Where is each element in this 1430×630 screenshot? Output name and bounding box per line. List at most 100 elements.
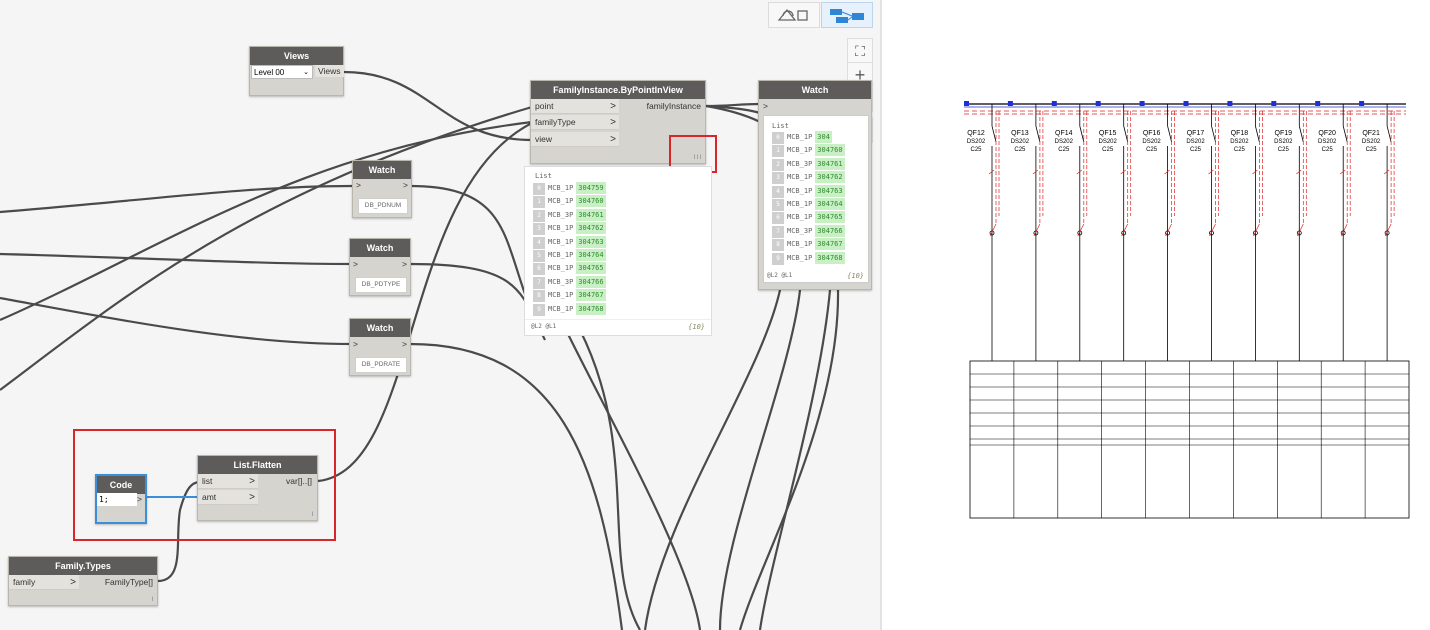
item-id: 304760 — [815, 144, 845, 157]
breaker-model: DS202 — [966, 139, 986, 145]
bus-node — [1095, 101, 1101, 106]
preview-item: 1 MCB_1P 304760 — [533, 195, 606, 209]
breaker-label: QF20 DS202 C25 — [1315, 130, 1339, 154]
item-index: 4 — [772, 185, 784, 198]
family-input-port[interactable]: family > — [9, 575, 79, 590]
preview-item: 8 MCB_1P 304767 — [533, 289, 606, 303]
bus-node — [1315, 101, 1321, 106]
family-type-input-port[interactable]: familyType > — [531, 115, 619, 130]
item-index: 5 — [533, 250, 545, 262]
item-id: 304762 — [576, 222, 606, 235]
geometry-view-toggle[interactable] — [768, 2, 820, 28]
item-id: 304759 — [576, 182, 606, 194]
breaker-contact — [1386, 125, 1392, 143]
preview-item: 4 MCB_1P 304763 — [533, 235, 606, 249]
views-output-port[interactable]: Views — [315, 65, 344, 77]
item-name: MCB_1P — [787, 186, 813, 195]
family-types-node[interactable]: Family.Types family > FamilyType[] l — [8, 556, 158, 606]
schematic-drawing — [964, 101, 1410, 519]
level-dropdown[interactable]: Level 00 ⌄ — [251, 65, 313, 79]
item-name: MCB_1P — [548, 304, 574, 313]
family-type-output-port[interactable]: FamilyType[] — [89, 575, 157, 590]
item-index: 0 — [772, 132, 784, 144]
point-input-port[interactable]: point > — [531, 99, 619, 114]
breaker-contact — [1342, 125, 1348, 143]
breaker-rating: C25 — [1233, 147, 1245, 153]
dashed-branch — [1033, 223, 1041, 237]
breaker-model: DS202 — [1230, 139, 1249, 145]
cable-mark — [1383, 169, 1390, 175]
dynamo-graph-canvas[interactable]: ⛶ + − ✥ Views Level 00⌄ Views FamilyInst… — [0, 0, 880, 630]
cable-mark — [1296, 169, 1302, 175]
node-title: Views — [250, 47, 343, 65]
watch-value: DB_PDTYPE — [355, 277, 407, 293]
family-instance-output-port[interactable]: familyInstance — [627, 99, 705, 114]
watch-node-pdtype[interactable]: Watch > > DB_PDTYPE — [349, 238, 411, 296]
item-name: MCB_1P — [787, 200, 813, 208]
geometry-view-icon — [777, 8, 808, 21]
node-title: Watch — [353, 161, 411, 179]
watch-node-pdnum[interactable]: Watch > > DB_PDNUM — [352, 160, 412, 218]
preview-item: 2 MCB_3P 304761 — [533, 208, 606, 222]
zoom-to-fit-button[interactable]: ⛶ — [847, 38, 873, 64]
preview-item: 1 MCB_1P 304760 — [772, 144, 845, 158]
watch-node-pdrate[interactable]: Watch > > DB_PDRATE — [349, 318, 411, 376]
watch-output-port[interactable]: > — [402, 259, 407, 269]
graph-view-toggle[interactable] — [821, 2, 873, 28]
preview-header: List — [535, 172, 552, 180]
preview-levels: @L2 @L1 — [767, 272, 793, 279]
watch-input-port[interactable]: > — [353, 339, 358, 349]
bus-node — [1139, 101, 1145, 106]
watch-value: DB_PDNUM — [358, 198, 408, 214]
watch-input-port[interactable]: > — [353, 259, 358, 269]
breaker-label: QF17 DS202 C25 — [1184, 130, 1208, 154]
breaker-id: QF17 — [1186, 130, 1205, 137]
preview-item: 3 MCB_1P 304762 — [772, 171, 845, 185]
view-input-port[interactable]: view > — [531, 132, 619, 147]
preview-item: 8 MCB_1P 304767 — [772, 238, 845, 252]
breaker-rating: C25 — [1058, 147, 1070, 153]
node-title: Watch — [759, 81, 871, 99]
item-name: MCB_1P — [787, 133, 813, 141]
breaker-rating: C25 — [1365, 147, 1377, 153]
breaker-id: QF19 — [1274, 130, 1293, 137]
watch-output-port[interactable]: > — [403, 180, 408, 190]
cable-mark — [988, 169, 995, 175]
watch-value: DB_PDRATE — [355, 357, 407, 373]
item-index: 4 — [533, 236, 545, 249]
item-name: MCB_1P — [548, 291, 574, 300]
preview-item: 7 MCB_3P 304766 — [533, 275, 606, 289]
item-id: 304767 — [576, 289, 606, 302]
breaker-label: QF15 DS202 C25 — [1096, 130, 1120, 154]
item-index: 7 — [533, 276, 545, 289]
breaker-rating: C25 — [1189, 147, 1201, 153]
breaker-contact — [1255, 125, 1260, 143]
preview-item: 5 MCB_1P 304764 — [772, 198, 845, 211]
watch-input-port[interactable]: > — [356, 180, 361, 190]
lacing-indicator: l — [151, 597, 153, 603]
bus-node — [1359, 101, 1365, 106]
breaker-label: QF12 DS202 C25 — [964, 130, 988, 154]
watch-output-port[interactable]: > — [402, 339, 407, 349]
breaker-label: QF19 DS202 C25 — [1271, 130, 1295, 154]
port-label: familyInstance — [646, 101, 701, 111]
cable-mark — [1252, 169, 1258, 175]
node-title: Watch — [350, 319, 410, 337]
cable-mark — [1076, 169, 1083, 175]
bus-node — [1183, 101, 1189, 106]
panel-divider[interactable] — [880, 0, 882, 630]
preview-item: 0 MCB_1P 304759 — [533, 182, 606, 195]
item-name: MCB_1P — [548, 237, 574, 246]
family-instance-preview: List 0 MCB_1P 304759 1 MCB_1P 304760 2 MCB_3P 30… — [524, 166, 712, 336]
item-name: MCB_1P — [548, 251, 574, 259]
breaker-rating: C25 — [1321, 147, 1333, 153]
node-title: FamilyInstance.ByPointInView — [531, 81, 705, 99]
watch-input-port[interactable]: > — [763, 101, 768, 111]
breaker-label: QF18 DS202 C25 — [1227, 130, 1251, 154]
item-id: 304766 — [576, 275, 606, 288]
watch-node-instances[interactable]: Watch > List 0 MCB_1P 304 1 MCB_1P 304760 2 MCB… — [758, 80, 872, 290]
item-index: 8 — [533, 290, 545, 303]
cable-mark — [1164, 169, 1170, 175]
item-name: MCB_1P — [548, 264, 574, 273]
breaker-model: DS202 — [1361, 139, 1381, 145]
